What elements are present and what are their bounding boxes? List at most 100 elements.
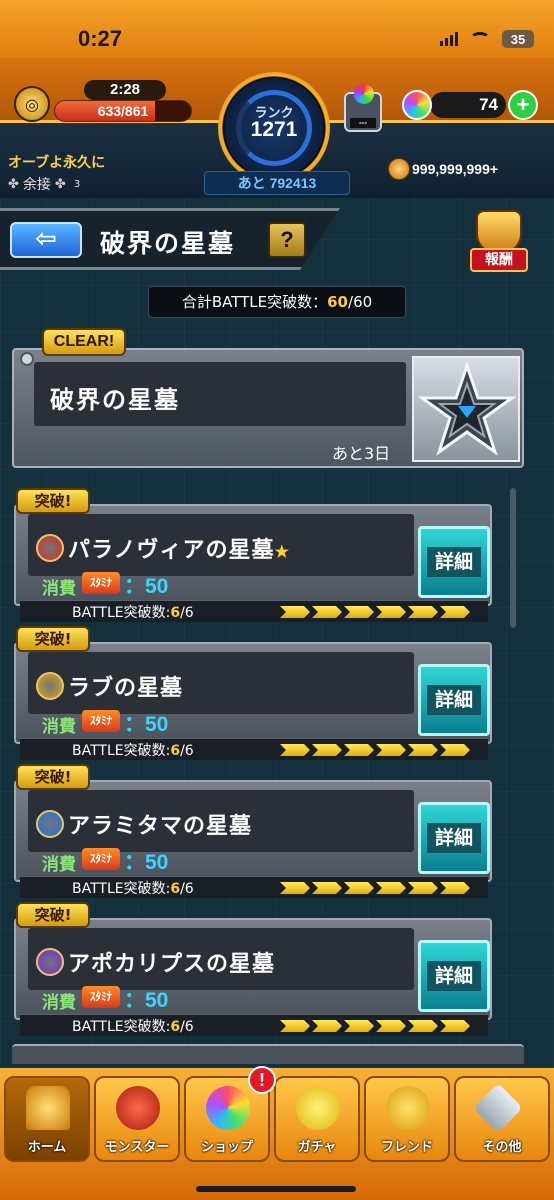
stamina-tag-icon: ｽﾀﾐﾅ [82,572,120,594]
detail-button[interactable]: 詳細 [418,526,490,598]
summary-name: 破界の星墓 [50,385,180,414]
quest-row[interactable]: アラミタマの星墓 消費 ｽﾀﾐﾅ ：50 BATTLE突破数:6/6 詳細 突破! [14,764,492,898]
reward-button[interactable]: 報酬 [466,210,532,276]
cost-value: ：50 [124,989,169,1012]
stamina-gauge[interactable]: 2:28 633/861 [54,80,192,122]
stamina-value: 633/861 [97,103,149,119]
cost-value: ：50 [124,851,169,874]
chevron-icon [440,606,470,618]
clear-badge: CLEAR! [42,328,126,356]
star-tomb-emblem-icon [412,356,520,462]
pin-icon [20,352,34,366]
detail-button[interactable]: 詳細 [418,802,490,874]
chevron-icon [280,744,310,756]
battle-max: 6 [184,881,194,897]
quest-card[interactable]: パラノヴィアの星墓★ 消費 ｽﾀﾐﾅ ：50 BATTLE突破数:6/6 詳細 [14,504,492,622]
page-title: 破界の星墓 [100,229,236,258]
stamina-tag-icon: ｽﾀﾐﾅ [82,710,120,732]
element-icon [36,534,64,562]
help-button[interactable]: ? [268,222,306,258]
nav-shop-label: ショップ [200,1140,253,1155]
event-summary-card[interactable]: 破界の星墓 あと3日 [12,348,524,468]
chevron-icon [440,882,470,894]
total-battle-done: 60 [327,293,348,311]
quest-card[interactable]: アラミタマの星墓 消費 ｽﾀﾐﾅ ：50 BATTLE突破数:6/6 詳細 [14,780,492,898]
player-emblem-icon[interactable]: ◎ [14,86,50,122]
chevron-icon [312,606,342,618]
signal-icon [440,32,458,46]
total-battle-label: 合計BATTLE突破数： [181,293,328,311]
battle-count: BATTLE突破数:6/6 [72,740,194,760]
quest-row[interactable]: ラブの星墓 消費 ｽﾀﾐﾅ ：50 BATTLE突破数:6/6 詳細 突破! [14,626,492,760]
nav-other[interactable]: その他 [454,1076,550,1162]
next-quest-peek [12,1044,524,1064]
nav-home[interactable]: ホーム [4,1076,90,1162]
detail-button[interactable]: 詳細 [418,664,490,736]
orb-count: 74 [430,92,506,118]
rank-next-exp: あと 792413 [204,171,350,195]
detail-button[interactable]: 詳細 [418,940,490,1012]
quest-card[interactable]: ラブの星墓 消費 ｽﾀﾐﾅ ：50 BATTLE突破数:6/6 詳細 [14,642,492,760]
total-battle-count: 合計BATTLE突破数：60/60 [148,286,406,318]
stamina-tag-icon: ｽﾀﾐﾅ [82,986,120,1008]
quest-row[interactable]: アポカリプスの星墓 消費 ｽﾀﾐﾅ ：50 BATTLE突破数:6/6 詳細 突破! [14,902,492,1036]
coin-count: 999,999,999+ [412,161,499,177]
main-content: ⇦ 破界の星墓 ? 報酬 合計BATTLE突破数：60/60 破界の星墓 あと3… [0,198,554,1068]
nav-gacha[interactable]: ガチャ [274,1076,360,1162]
battle-done: 6 [170,605,181,621]
nav-other-label: その他 [482,1140,522,1155]
gacha-box-icon[interactable]: --- [344,84,382,132]
nav-friend[interactable]: フレンド [364,1076,450,1162]
rank-value: 1271 [250,118,298,141]
stamina-tag-icon: ｽﾀﾐﾅ [82,848,120,870]
battle-chevrons [280,606,470,618]
nav-monster[interactable]: モンスター [94,1076,180,1162]
chevron-icon [344,1020,374,1032]
breakthrough-badge: 突破! [16,764,90,790]
chevron-icon [408,1020,438,1032]
cost-label: 消費 [42,579,76,599]
battle-label: BATTLE突破数: [72,1019,171,1035]
rank-badge[interactable]: ランク 1271 [218,72,330,184]
battle-chevrons [280,1020,470,1032]
scrollbar[interactable] [510,488,516,628]
status-icons: 35 [440,30,534,48]
home-indicator[interactable] [196,1186,356,1192]
back-button[interactable]: ⇦ [10,222,82,258]
detail-label: 詳細 [427,547,481,577]
breakthrough-badge: 突破! [16,488,90,514]
breakthrough-badge: 突破! [16,902,90,928]
clover-icon: ✤ [54,176,66,192]
orb-icon [402,90,432,120]
monster-icon [116,1086,160,1130]
stamina-timer: 2:28 [84,80,166,100]
quest-card[interactable]: アポカリプスの星墓 消費 ｽﾀﾐﾅ ：50 BATTLE突破数:6/6 詳細 [14,918,492,1036]
chevron-icon [376,1020,406,1032]
cost-value: ：50 [124,713,169,736]
chevron-icon [440,1020,470,1032]
guild-name[interactable]: オーブよ永久に [8,152,105,172]
breakthrough-badge: 突破! [16,626,90,652]
stamina-bar: 633/861 [54,100,192,122]
other-icon [473,1083,523,1133]
nav-gacha-label: ガチャ [297,1140,337,1155]
assist-label: 余接 [22,177,51,193]
quest-name-text: アラミタマの星墓 [68,813,253,839]
element-icon [36,810,64,838]
battle-chevrons [280,744,470,756]
quest-row[interactable]: パラノヴィアの星墓★ 消費 ｽﾀﾐﾅ ：50 BATTLE突破数:6/6 詳細 突破! [14,488,492,622]
shop-orb-icon [206,1086,250,1130]
days-left: あと3日 [332,444,391,463]
chevron-icon [280,882,310,894]
battle-max: 6 [184,1019,194,1035]
battle-label: BATTLE突破数: [72,605,171,621]
add-orb-button[interactable]: + [508,90,538,120]
quest-name: ラブの星墓 [68,670,183,702]
chevron-icon [344,606,374,618]
chevron-icon [312,882,342,894]
shop-notification-badge: ! [248,1066,276,1094]
bottom-nav: ホーム モンスター ショップ ガチャ フレンド その他 [0,1068,554,1200]
battle-count: BATTLE突破数:6/6 [72,602,194,622]
quest-name: アポカリプスの星墓 [68,946,275,978]
gacha-icon [296,1086,340,1130]
